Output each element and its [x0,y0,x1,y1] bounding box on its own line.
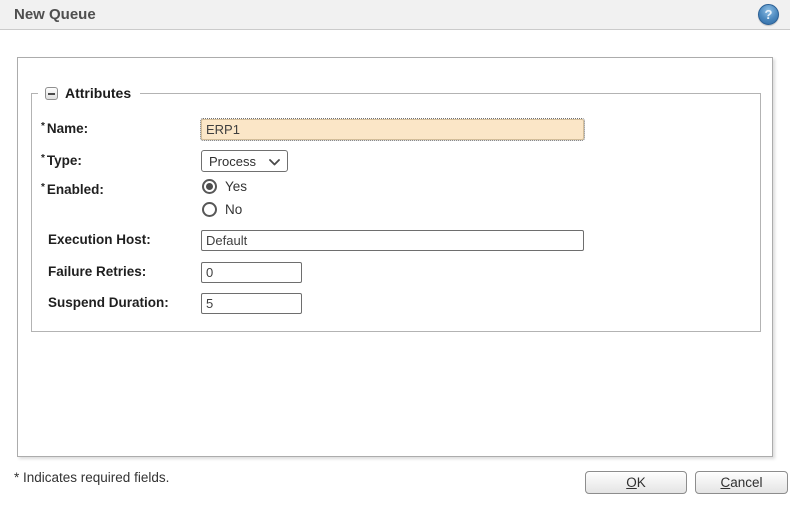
required-marker: * [41,121,45,132]
help-icon-glyph: ? [765,7,773,22]
ok-button[interactable]: OK [585,471,687,494]
radio-button-icon [202,202,217,217]
attributes-legend-label: Attributes [65,85,131,101]
type-select[interactable]: Process [201,150,288,172]
required-fields-note: * Indicates required fields. [14,470,169,485]
failure-retries-label: Failure Retries: [48,264,146,279]
enabled-label: *Enabled: [41,182,104,197]
radio-yes-label: Yes [225,179,247,194]
cancel-button[interactable]: Cancel [695,471,788,494]
page-header: New Queue ? [0,0,790,30]
type-select-value: Process [209,154,256,169]
name-label: *Name: [41,121,88,136]
chevron-down-icon [269,159,280,166]
suspend-duration-label: Suspend Duration: [48,295,169,310]
type-label: *Type: [41,153,82,168]
enabled-radio-yes[interactable]: Yes [202,179,247,194]
radio-button-icon [202,179,217,194]
required-marker: * [41,182,45,193]
radio-no-label: No [225,202,242,217]
failure-retries-input[interactable] [201,262,302,283]
form-panel: Attributes *Name: *Type: Process *Enable… [17,57,773,457]
execution-host-input[interactable] [201,230,584,251]
page-title: New Queue [14,6,96,23]
name-input[interactable] [201,119,584,140]
help-icon[interactable]: ? [758,4,779,25]
attributes-legend: Attributes [38,85,140,101]
suspend-duration-input[interactable] [201,293,302,314]
enabled-radio-no[interactable]: No [202,202,242,217]
collapse-minus-icon[interactable] [45,87,58,100]
new-queue-page: New Queue ? Attributes *Name: *Type: Pro… [0,0,790,506]
execution-host-label: Execution Host: [48,232,151,247]
required-marker: * [41,153,45,164]
